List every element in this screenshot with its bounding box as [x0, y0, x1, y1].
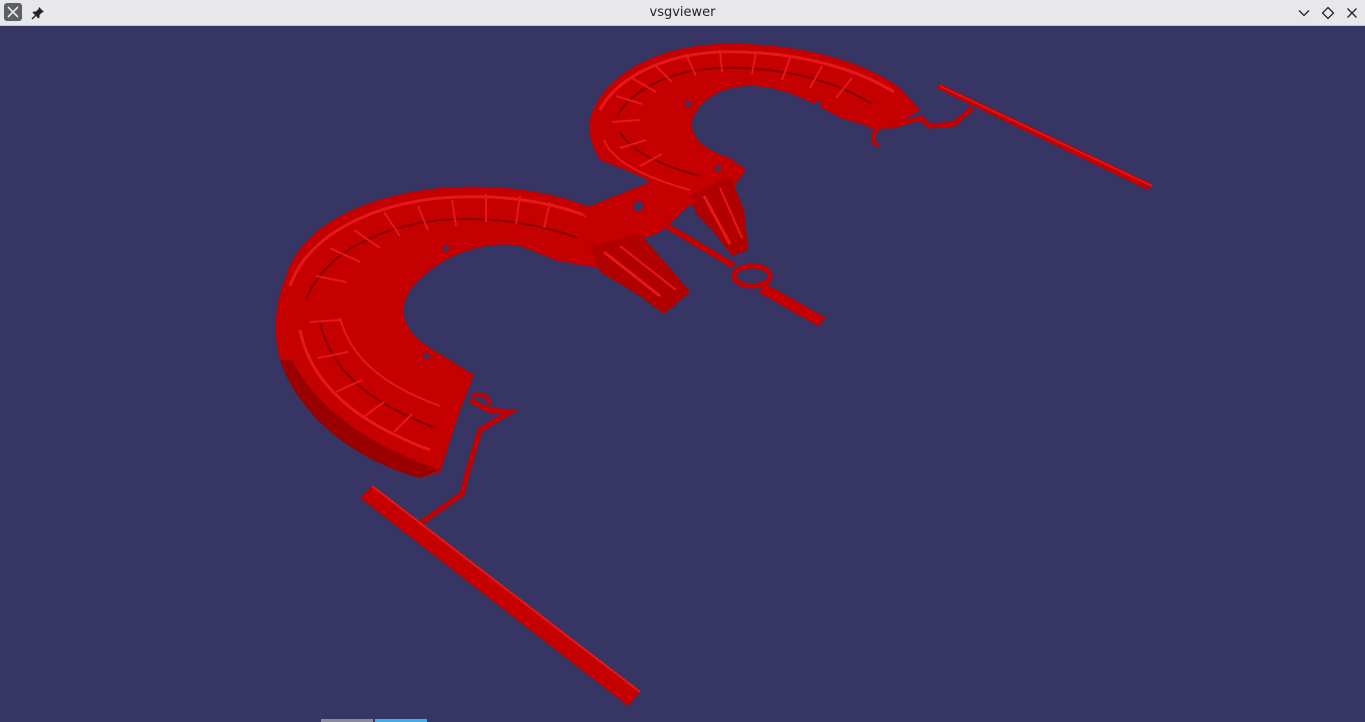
window-title: vsgviewer: [649, 5, 716, 20]
window-titlebar[interactable]: vsgviewer: [0, 0, 1365, 26]
3d-viewport[interactable]: [0, 27, 1365, 722]
minimize-icon[interactable]: [1294, 3, 1314, 23]
3d-model: [275, 43, 1153, 706]
model-part-left: [275, 178, 700, 706]
close-icon[interactable]: [1342, 3, 1362, 23]
maximize-icon[interactable]: [1318, 3, 1338, 23]
